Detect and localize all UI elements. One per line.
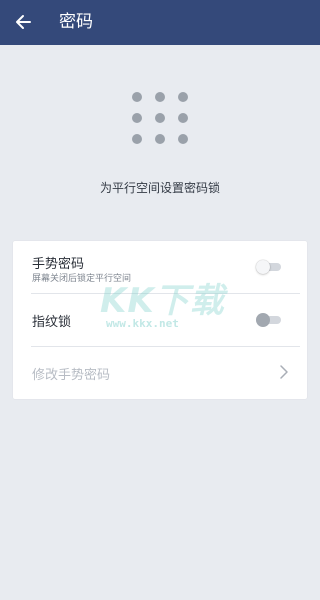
page-title: 密码 (59, 12, 93, 32)
settings-card: 手势密码 屏幕关闭后锁定平行空间 指纹锁 修改手势密码 (13, 241, 307, 399)
chevron-right-icon (280, 365, 288, 379)
fingerprint-toggle[interactable] (256, 313, 282, 327)
fingerprint-label: 指纹锁 (32, 315, 72, 330)
arrow-left-icon[interactable] (12, 11, 34, 33)
gesture-password-toggle[interactable] (256, 260, 282, 274)
lock-caption: 为平行空间设置密码锁 (99, 181, 220, 195)
change-gesture-row[interactable]: 修改手势密码 (13, 346, 307, 399)
pattern-dots-icon (0, 90, 320, 146)
fingerprint-row[interactable]: 指纹锁 (13, 293, 307, 346)
change-gesture-label: 修改手势密码 (32, 368, 111, 383)
gesture-password-row[interactable]: 手势密码 屏幕关闭后锁定平行空间 (13, 241, 307, 293)
app-header: 密码 (0, 0, 320, 45)
gesture-password-sublabel: 屏幕关闭后锁定平行空间 (32, 274, 132, 284)
gesture-password-label: 手势密码 (32, 257, 85, 272)
